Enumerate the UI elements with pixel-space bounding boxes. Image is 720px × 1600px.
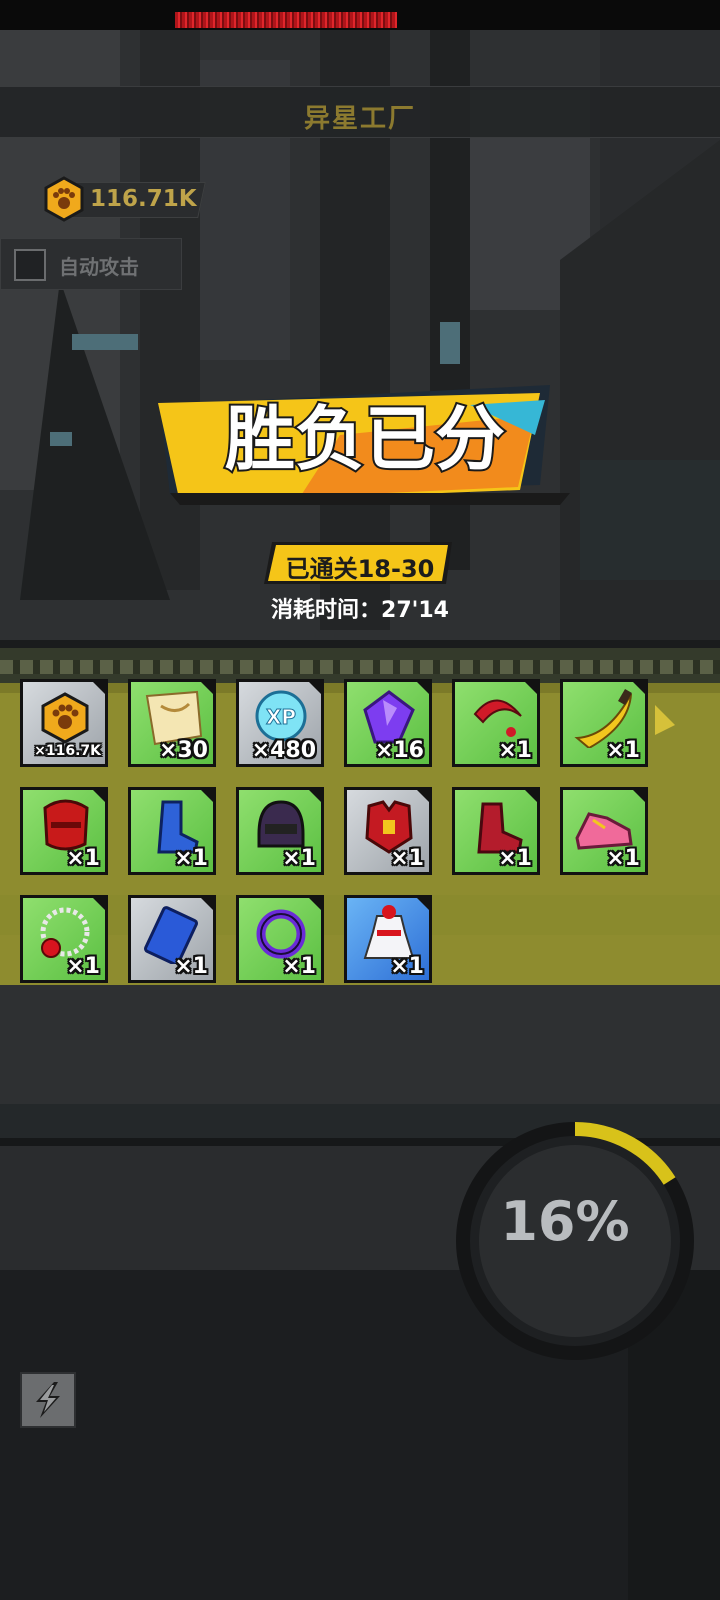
reward-count: ×1 <box>174 954 208 979</box>
reward-item-blue-card[interactable]: ×1 <box>128 895 216 983</box>
reward-item-red-boot[interactable]: ×1 <box>452 787 540 875</box>
reward-item-scroll[interactable]: ×30 <box>128 679 216 767</box>
skill-button[interactable] <box>20 1372 76 1428</box>
reward-count: ×1 <box>282 954 316 979</box>
page-title: 异星工厂 <box>303 104 416 134</box>
reward-item-red-helmet[interactable]: ×1 <box>20 787 108 875</box>
status-bar <box>0 0 720 30</box>
stage-label: 已通关18-30 <box>262 540 458 586</box>
reward-count: ×1 <box>174 846 208 871</box>
auto-attack-checkbox[interactable] <box>14 249 46 281</box>
title-bar: 异星工厂 <box>0 86 720 138</box>
divider-teeth <box>0 660 720 674</box>
elapsed-time: 消耗时间：27'14 <box>271 598 449 623</box>
svg-text:XP: XP <box>266 705 296 729</box>
reward-count: ×30 <box>158 738 208 763</box>
reward-count: ×116.7K <box>34 743 101 759</box>
progress-percent: 16% <box>500 1190 630 1253</box>
reward-item-paw-coin[interactable]: ×116.7K <box>20 679 108 767</box>
reward-item-maid-outfit[interactable]: ×1 <box>344 895 432 983</box>
status-bar-overlay <box>175 12 397 28</box>
reward-item-red-ring[interactable]: ×1 <box>452 679 540 767</box>
auto-attack-label: 自动攻击 <box>59 255 139 279</box>
reward-count: ×480 <box>251 738 316 763</box>
reward-item-purple-gem[interactable]: ×16 <box>344 679 432 767</box>
auto-attack-toggle[interactable]: 自动攻击 <box>0 238 182 290</box>
reward-item-golden-blade[interactable]: ×1 <box>560 679 648 767</box>
reward-item-purple-ring[interactable]: ×1 <box>236 895 324 983</box>
reward-count: ×1 <box>606 738 640 763</box>
stage-text: 已通关18-30 <box>285 555 435 583</box>
currency-display: 116.71K <box>42 176 206 222</box>
reward-count: ×1 <box>390 846 424 871</box>
paw-coin-icon <box>41 692 89 744</box>
reward-count: ×1 <box>498 738 532 763</box>
victory-banner: 胜负已分 <box>158 385 570 505</box>
reward-item-combat-helmet[interactable]: ×1 <box>236 787 324 875</box>
reward-count: ×1 <box>606 846 640 871</box>
divider-strip <box>0 648 720 683</box>
reward-count: ×1 <box>282 846 316 871</box>
reward-count: ×1 <box>498 846 532 871</box>
paw-coin-icon <box>44 176 84 222</box>
reward-count: ×1 <box>390 954 424 979</box>
lightning-icon <box>36 1382 60 1418</box>
currency-value: 116.71K <box>90 186 197 212</box>
reward-item-pink-sneaker[interactable]: ×1 <box>560 787 648 875</box>
banner-text: 胜负已分 <box>225 398 505 480</box>
reward-item-red-chest-armor[interactable]: ×1 <box>344 787 432 875</box>
reward-item-xp-orb[interactable]: XP ×480 <box>236 679 324 767</box>
reward-item-pearl-necklace[interactable]: ×1 <box>20 895 108 983</box>
reward-count: ×1 <box>66 954 100 979</box>
reward-count: ×16 <box>374 738 424 763</box>
reward-count: ×1 <box>66 846 100 871</box>
reward-item-blue-boot[interactable]: ×1 <box>128 787 216 875</box>
